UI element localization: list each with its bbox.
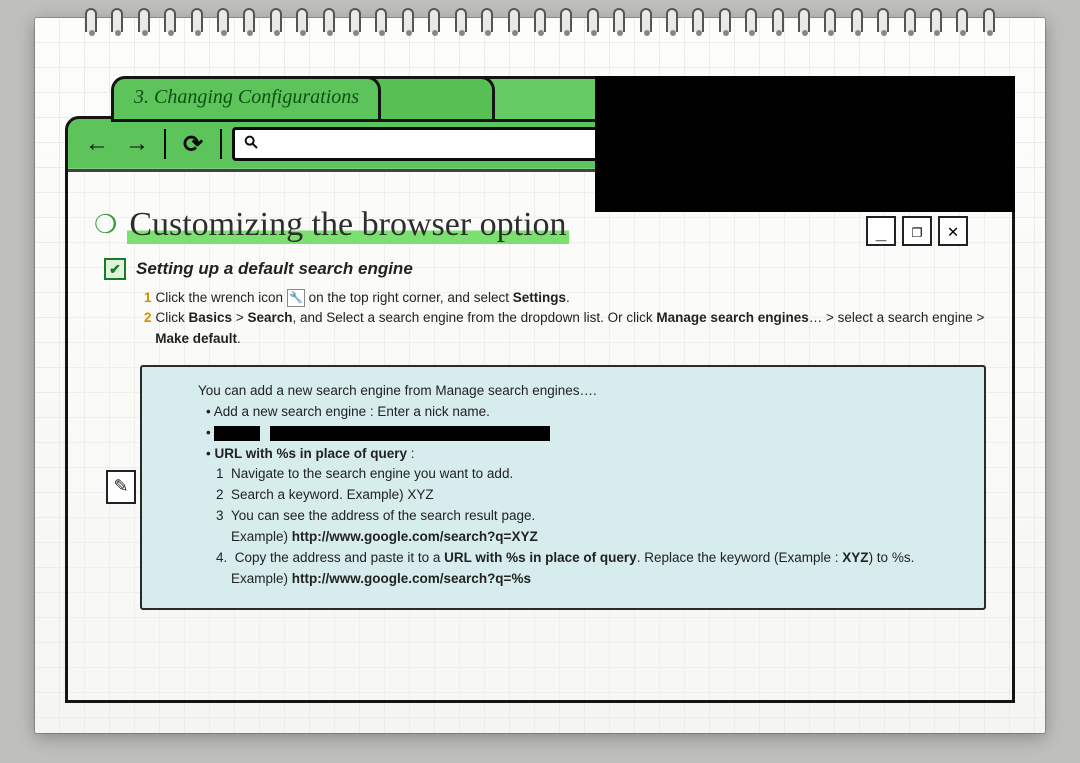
- separator: [220, 129, 222, 159]
- step-2: 2Click Basics > Search, and Select a sea…: [144, 308, 986, 349]
- wrench-icon: 🔧: [287, 289, 305, 307]
- info-bullet-3: URL with %s in place of query :: [206, 444, 966, 465]
- info-step-2: 2 Search a keyword. Example) XYZ: [216, 485, 966, 506]
- back-button[interactable]: ←: [80, 127, 114, 161]
- content-frame: _ ❐ ✕ ❍ Customizing the browser option ✔…: [65, 168, 1015, 703]
- steps-list: 1Click the wrench icon 🔧 on the top righ…: [144, 288, 986, 349]
- redaction-inline: [214, 426, 260, 441]
- maximize-button[interactable]: ❐: [902, 216, 932, 246]
- step-1: 1Click the wrench icon 🔧 on the top righ…: [144, 288, 986, 308]
- info-intro: You can add a new search engine from Man…: [198, 381, 966, 402]
- spiral-binding: [85, 12, 995, 42]
- reload-button[interactable]: ⟳: [176, 127, 210, 161]
- close-button[interactable]: ✕: [938, 216, 968, 246]
- info-bullet-redacted: [206, 423, 966, 444]
- globe-icon: ❍: [94, 210, 117, 240]
- notebook-page: 3. Changing Configurations ← → ⟳ _ ❐ ✕ ❍…: [35, 18, 1045, 733]
- redaction-inline: [270, 426, 550, 441]
- info-step-1: 1 Navigate to the search engine you want…: [216, 464, 966, 485]
- info-step-3: 3 You can see the address of the search …: [216, 506, 966, 527]
- info-box: ✎ You can add a new search engine from M…: [140, 365, 986, 610]
- separator: [164, 129, 166, 159]
- info-example-1: Example) http://www.google.com/search?q=…: [216, 527, 966, 548]
- pencil-icon: ✎: [106, 470, 136, 504]
- window-controls: _ ❐ ✕: [866, 216, 968, 246]
- check-icon: ✔: [104, 258, 126, 280]
- tab-label: 3. Changing Configurations: [134, 86, 359, 109]
- info-example-2: Example) http://www.google.com/search?q=…: [216, 569, 966, 590]
- search-icon: [243, 134, 259, 155]
- tab-active[interactable]: 3. Changing Configurations: [111, 76, 381, 122]
- redaction-block: [595, 76, 1015, 212]
- info-bullet-1: Add a new search engine : Enter a nick n…: [206, 402, 966, 423]
- info-step-4: 4. Copy the address and paste it to a UR…: [216, 548, 966, 569]
- minimize-button[interactable]: _: [866, 216, 896, 246]
- forward-button[interactable]: →: [120, 127, 154, 161]
- section-heading: ✔ Setting up a default search engine: [104, 258, 986, 280]
